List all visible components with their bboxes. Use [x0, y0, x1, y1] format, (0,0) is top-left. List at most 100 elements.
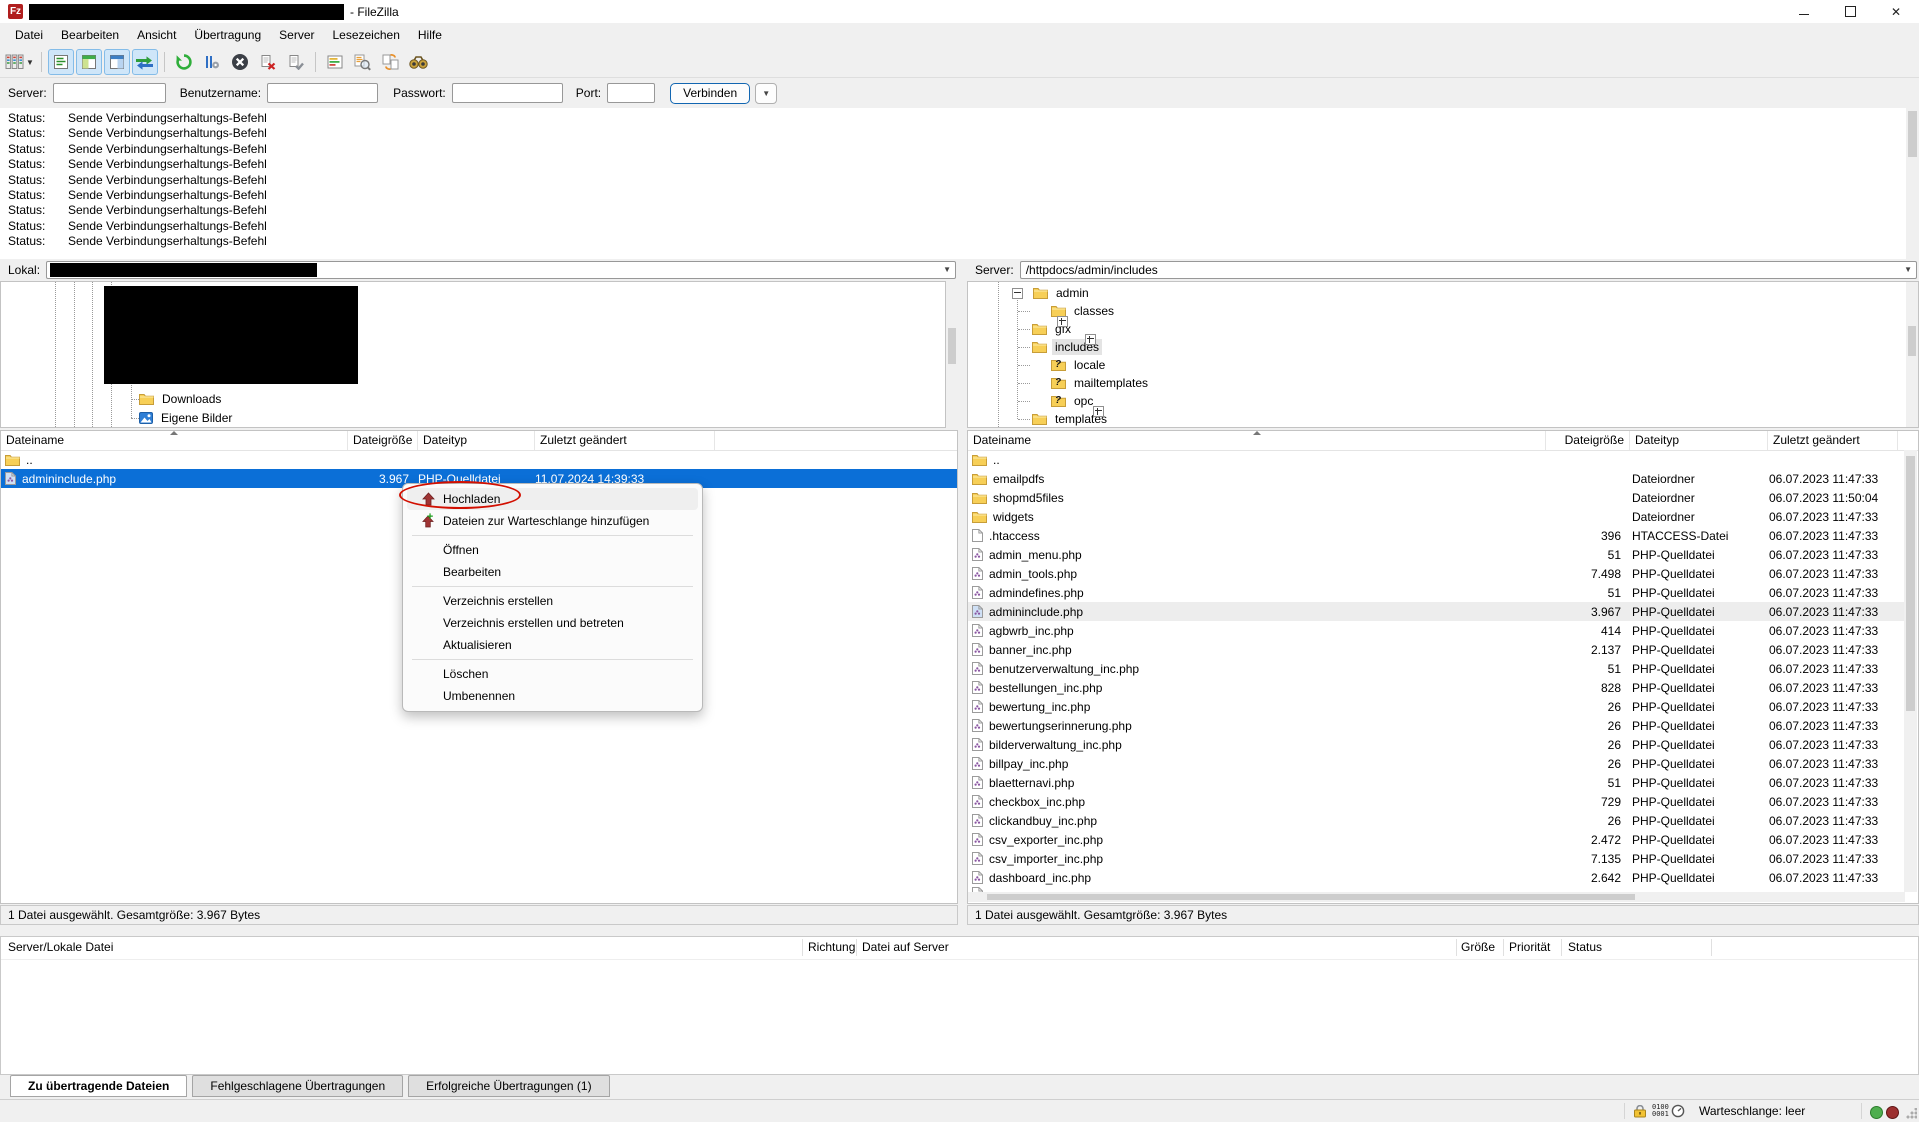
resize-grip[interactable] — [1905, 1108, 1917, 1120]
file-row-partial[interactable]: .. — [1, 450, 957, 469]
toggle-queue-button[interactable] — [132, 49, 158, 75]
remote-list-hscrollbar[interactable] — [968, 892, 1905, 902]
file-row-admin-tools-php[interactable]: admin_tools.php 7.498 PHP-Quelldatei 06.… — [968, 564, 1905, 583]
menu-lesezeichen[interactable]: Lesezeichen — [323, 25, 408, 45]
remote-path-combobox[interactable]: /httpdocs/admin/includes ▼ — [1020, 261, 1917, 279]
remote-list-scrollbar[interactable] — [1904, 450, 1917, 892]
menu-übertragung[interactable]: Übertragung — [185, 25, 270, 45]
minimize-button[interactable] — [1781, 0, 1827, 23]
context-menu-item-dateien-zur-warteschlange-hinzufügen[interactable]: + Dateien zur Warteschlange hinzufügen — [407, 510, 698, 532]
connect-button[interactable]: Verbinden — [670, 83, 750, 104]
context-menu-item-verzeichnis-erstellen-und-betreten[interactable]: Verzeichnis erstellen und betreten — [407, 612, 698, 634]
remote-tree-item-templates[interactable]: templates — [1032, 410, 1110, 428]
file-row-admininclude-php[interactable]: admininclude.php 3.967 PHP-Quelldatei 06… — [968, 602, 1905, 621]
refresh-button[interactable] — [171, 49, 197, 75]
username-input[interactable] — [267, 83, 378, 103]
remote-tree-item-locale[interactable]: ?locale — [1032, 356, 1108, 374]
queue-column-status[interactable]: Status — [1568, 937, 1602, 958]
local-tree-scrollbar-thumb[interactable] — [948, 328, 956, 364]
context-menu-item-löschen[interactable]: Löschen — [407, 663, 698, 685]
log-scrollbar[interactable] — [1906, 108, 1919, 259]
file-row-agbwrb-inc-php[interactable]: agbwrb_inc.php 414 PHP-Quelldatei 06.07.… — [968, 621, 1905, 640]
tree-expander-minus-icon[interactable] — [1012, 288, 1023, 299]
remote-tree-item-mailtemplates[interactable]: ?mailtemplates — [1032, 374, 1151, 392]
log-scrollbar-thumb[interactable] — [1908, 111, 1917, 157]
remote-tree-scrollbar-thumb[interactable] — [1908, 326, 1916, 356]
disconnect-button[interactable] — [255, 49, 281, 75]
file-row-admin-menu-php[interactable]: admin_menu.php 51 PHP-Quelldatei 06.07.2… — [968, 545, 1905, 564]
file-row-benutzerverwaltung-inc-php[interactable]: benutzerverwaltung_inc.php 51 PHP-Quelld… — [968, 659, 1905, 678]
queue-column-priority[interactable]: Priorität — [1509, 937, 1550, 958]
local-tree-item-eigene-bilder[interactable]: Eigene Bilder — [139, 409, 235, 427]
menu-ansicht[interactable]: Ansicht — [128, 25, 185, 45]
queue-column-direction[interactable]: Richtung — [808, 937, 855, 958]
close-button[interactable]: ✕ — [1873, 0, 1919, 23]
tab-erfolgreiche-übertragungen-1[interactable]: Erfolgreiche Übertragungen (1) — [408, 1075, 609, 1097]
column-header-zuletzt-geändert[interactable]: Zuletzt geändert — [1768, 431, 1898, 450]
filter-button[interactable] — [322, 49, 348, 75]
menu-bearbeiten[interactable]: Bearbeiten — [52, 25, 128, 45]
column-header-dateigröße[interactable]: Dateigröße — [1546, 431, 1630, 450]
queue-column-server-local-file[interactable]: Server/Lokale Datei — [8, 937, 113, 958]
remote-tree-item-gfx[interactable]: gfx — [1032, 320, 1074, 338]
remote-tree-item-classes[interactable]: classes — [1032, 302, 1117, 320]
menu-datei[interactable]: Datei — [6, 25, 52, 45]
maximize-button[interactable] — [1827, 0, 1873, 23]
queue-column-remote-file[interactable]: Datei auf Server — [862, 937, 949, 958]
context-menu-item-aktualisieren[interactable]: Aktualisieren — [407, 634, 698, 656]
file-row-clickandbuy-inc-php[interactable]: clickandbuy_inc.php 26 PHP-Quelldatei 06… — [968, 811, 1905, 830]
compare-button[interactable] — [350, 49, 376, 75]
file-row-partial[interactable]: .. — [968, 450, 1905, 469]
local-tree-scrollbar[interactable] — [946, 281, 958, 428]
connect-dropdown-button[interactable]: ▼ — [755, 83, 777, 104]
find-button[interactable] — [406, 49, 432, 75]
tree-expander-plus-icon[interactable] — [1085, 334, 1096, 345]
password-input[interactable] — [452, 83, 563, 103]
file-row-billpay-inc-php[interactable]: billpay_inc.php 26 PHP-Quelldatei 06.07.… — [968, 754, 1905, 773]
context-menu-item-öffnen[interactable]: Öffnen — [407, 539, 698, 561]
reconnect-button[interactable] — [283, 49, 309, 75]
site-manager-button[interactable]: ▼ — [4, 49, 35, 75]
chevron-down-icon[interactable]: ▼ — [26, 58, 34, 67]
tree-expander-plus-icon[interactable] — [1093, 406, 1104, 417]
file-row-bestellungen-inc-php[interactable]: bestellungen_inc.php 828 PHP-Quelldatei … — [968, 678, 1905, 697]
process-queue-button[interactable] — [199, 49, 225, 75]
toggle-local-tree-button[interactable] — [76, 49, 102, 75]
column-header-dateityp[interactable]: Dateityp — [1630, 431, 1768, 450]
context-menu-item-verzeichnis-erstellen[interactable]: Verzeichnis erstellen — [407, 590, 698, 612]
context-menu-item-bearbeiten[interactable]: Bearbeiten — [407, 561, 698, 583]
file-row-bewertungserinnerung-php[interactable]: bewertungserinnerung.php 26 PHP-Quelldat… — [968, 716, 1905, 735]
sync-browse-button[interactable] — [378, 49, 404, 75]
local-tree-item-downloads[interactable]: Downloads — [139, 390, 224, 408]
column-header-dateiname[interactable]: Dateiname — [968, 431, 1546, 450]
file-row-dashboard-inc-php[interactable]: dashboard_inc.php 2.642 PHP-Quelldatei 0… — [968, 868, 1905, 887]
remote-tree-item-admin[interactable]: admin — [1012, 284, 1092, 302]
file-row-blaetternavi-php[interactable]: blaetternavi.php 51 PHP-Quelldatei 06.07… — [968, 773, 1905, 792]
server-input[interactable] — [53, 83, 166, 103]
file-row-bewertung-inc-php[interactable]: bewertung_inc.php 26 PHP-Quelldatei 06.0… — [968, 697, 1905, 716]
remote-list-scrollbar-thumb[interactable] — [1906, 456, 1915, 711]
column-header-zuletzt-geändert[interactable]: Zuletzt geändert — [535, 431, 715, 450]
menu-hilfe[interactable]: Hilfe — [409, 25, 451, 45]
column-header-dateityp[interactable]: Dateityp — [418, 431, 535, 450]
tree-expander-plus-icon[interactable] — [1057, 316, 1068, 327]
remote-tree-item-opc[interactable]: ?opc — [1032, 392, 1096, 410]
toggle-log-button[interactable] — [48, 49, 74, 75]
file-row-csv-importer-inc-php[interactable]: csv_importer_inc.php 7.135 PHP-Quelldate… — [968, 849, 1905, 868]
file-row-checkbox-inc-php[interactable]: checkbox_inc.php 729 PHP-Quelldatei 06.0… — [968, 792, 1905, 811]
file-row-csv-exporter-inc-php[interactable]: csv_exporter_inc.php 2.472 PHP-Quelldate… — [968, 830, 1905, 849]
tab-zu-übertragende-dateien[interactable]: Zu übertragende Dateien — [10, 1075, 187, 1097]
file-row-banner-inc-php[interactable]: banner_inc.php 2.137 PHP-Quelldatei 06.0… — [968, 640, 1905, 659]
column-header-dateiname[interactable]: Dateiname — [1, 431, 348, 450]
column-header-dateigröße[interactable]: Dateigröße — [348, 431, 418, 450]
remote-list-hscrollbar-thumb[interactable] — [987, 894, 1635, 900]
chevron-down-icon[interactable]: ▼ — [1904, 265, 1912, 274]
file-row-bilderverwaltung-inc-php[interactable]: bilderverwaltung_inc.php 26 PHP-Quelldat… — [968, 735, 1905, 754]
file-row-emailpdfs[interactable]: emailpdfs Dateiordner 06.07.2023 11:47:3… — [968, 469, 1905, 488]
file-row-widgets[interactable]: widgets Dateiordner 06.07.2023 11:47:33 — [968, 507, 1905, 526]
file-row-shopmd5files[interactable]: shopmd5files Dateiordner 06.07.2023 11:5… — [968, 488, 1905, 507]
file-row-admindefines-php[interactable]: admindefines.php 51 PHP-Quelldatei 06.07… — [968, 583, 1905, 602]
queue-column-size[interactable]: Größe — [1461, 937, 1495, 958]
tab-fehlgeschlagene-übertragungen[interactable]: Fehlgeschlagene Übertragungen — [192, 1075, 403, 1097]
toggle-remote-tree-button[interactable] — [104, 49, 130, 75]
